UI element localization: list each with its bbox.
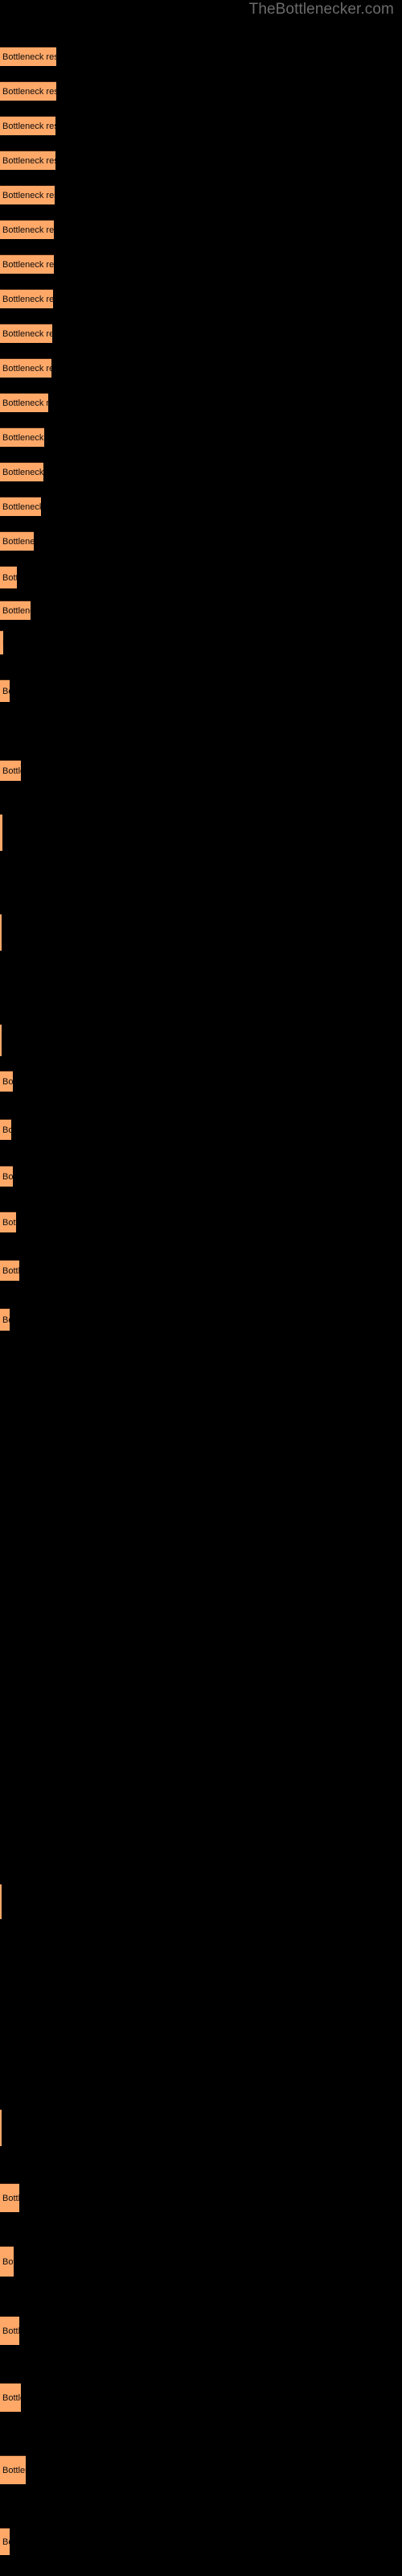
chart-bar: Bottleneck result: [0, 358, 51, 378]
chart-bar: Bottleneck result: [0, 220, 54, 239]
chart-bar: Bottleneck result: [0, 1308, 10, 1331]
chart-bar-label: Bottleneck result: [2, 2392, 21, 2403]
chart-bar-label: Bottleneck result: [2, 328, 52, 339]
chart-bar: Bottleneck result: [0, 324, 52, 343]
chart-bar: Bottleneck result: [0, 497, 41, 516]
chart-bar: Bottleneck result: [0, 151, 55, 170]
chart-bar-label: Bottleneck result: [2, 2326, 19, 2336]
chart-bar-label: Bottleneck result: [2, 2193, 19, 2203]
chart-bar-label: Bottleneck result: [2, 86, 56, 97]
chart-bar-label: Bottleneck result: [2, 52, 56, 62]
chart-bar: Bottleneck result: [0, 2455, 26, 2484]
chart-bar-label: Bottleneck result: [2, 225, 54, 235]
chart-bar: Bottleneck result: [0, 2183, 19, 2212]
chart-bar: Bottleneck result: [0, 630, 3, 654]
chart-bar-label: Bottleneck result: [2, 1315, 10, 1325]
chart-bar: Bottleneck result: [0, 1166, 13, 1187]
chart-bar-label: Bottleneck result: [2, 155, 55, 166]
chart-bar: Bottleneck result: [0, 462, 43, 481]
chart-bar: Bottleneck result: [0, 914, 2, 951]
chart-bar-label: Bottleneck result: [2, 398, 48, 408]
chart-bar-label: Bottleneck result: [2, 121, 55, 131]
chart-bar: Bottleneck result: [0, 814, 2, 851]
chart-bar: Bottleneck result: [0, 116, 55, 135]
chart-bar-label: Bottleneck result: [2, 2256, 14, 2267]
chart-bar: Bottleneck result: [0, 1024, 2, 1056]
chart-bar-label: Bottleneck result: [2, 1265, 19, 1276]
chart-bar-label: Bottleneck result: [2, 1171, 13, 1182]
chart-bar-label: Bottleneck result: [2, 572, 17, 583]
chart-bar: Bottleneck result: [0, 601, 31, 620]
chart-bar: Bottleneck result: [0, 2528, 10, 2555]
chart-bar: Bottleneck result: [0, 81, 56, 101]
chart-bar-label: Bottleneck result: [2, 259, 54, 270]
chart-bar: Bottleneck result: [0, 47, 56, 66]
chart-bar-label: Bottleneck result: [2, 605, 31, 616]
chart-bar: Bottleneck result: [0, 2383, 21, 2412]
chart-bar: Bottleneck result: [0, 1884, 2, 1919]
chart-bar-label: Bottleneck result: [2, 190, 55, 200]
chart-bar: Bottleneck result: [0, 531, 34, 551]
chart-bar: Bottleneck result: [0, 2246, 14, 2277]
chart-bar: Bottleneck result: [0, 185, 55, 204]
chart-bar-label: Bottleneck result: [2, 638, 3, 648]
chart-bar-label: Bottleneck result: [2, 1217, 16, 1228]
chart-bar-label: Bottleneck result: [2, 363, 51, 374]
chart-bar-label: Bottleneck result: [2, 2465, 26, 2475]
chart-bar: Bottleneck result: [0, 1119, 11, 1140]
chart-bar-label: Bottleneck result: [2, 2537, 10, 2547]
chart-bar: Bottleneck result: [0, 1212, 16, 1232]
chart-bar: Bottleneck result: [0, 760, 21, 781]
chart-bar: Bottleneck result: [0, 566, 17, 588]
chart-bar-label: Bottleneck result: [2, 294, 53, 304]
chart-bar-label: Bottleneck result: [2, 686, 10, 696]
chart-bar: Bottleneck result: [0, 289, 53, 308]
chart-bar: Bottleneck result: [0, 2316, 19, 2345]
chart-bar-label: Bottleneck result: [2, 467, 43, 477]
chart-bar: Bottleneck result: [0, 254, 54, 274]
chart-bar: Bottleneck result: [0, 2109, 2, 2146]
chart-bar-label: Bottleneck result: [2, 1125, 11, 1135]
chart-bar-label: Bottleneck result: [2, 766, 21, 776]
chart-bars-layer: Bottleneck result Bottleneck result Bottle…: [0, 0, 402, 2576]
chart-bar-label: Bottleneck result: [2, 1076, 13, 1087]
site-watermark-title: TheBottlenecker.com: [248, 1, 394, 18]
chart-bar: Bottleneck result: [0, 427, 44, 447]
chart-bar-label: Bottleneck result: [2, 432, 44, 443]
chart-bar: Bottleneck result: [0, 679, 10, 702]
chart-bar: Bottleneck result: [0, 393, 48, 412]
chart-bar: Bottleneck result: [0, 1260, 19, 1281]
bar-chart-root: Bottleneck result Bottleneck result Bottle…: [0, 0, 402, 2576]
chart-bar: Bottleneck result: [0, 1071, 13, 1092]
chart-bar-label: Bottleneck result: [2, 502, 41, 512]
chart-bar-label: Bottleneck result: [2, 536, 34, 547]
